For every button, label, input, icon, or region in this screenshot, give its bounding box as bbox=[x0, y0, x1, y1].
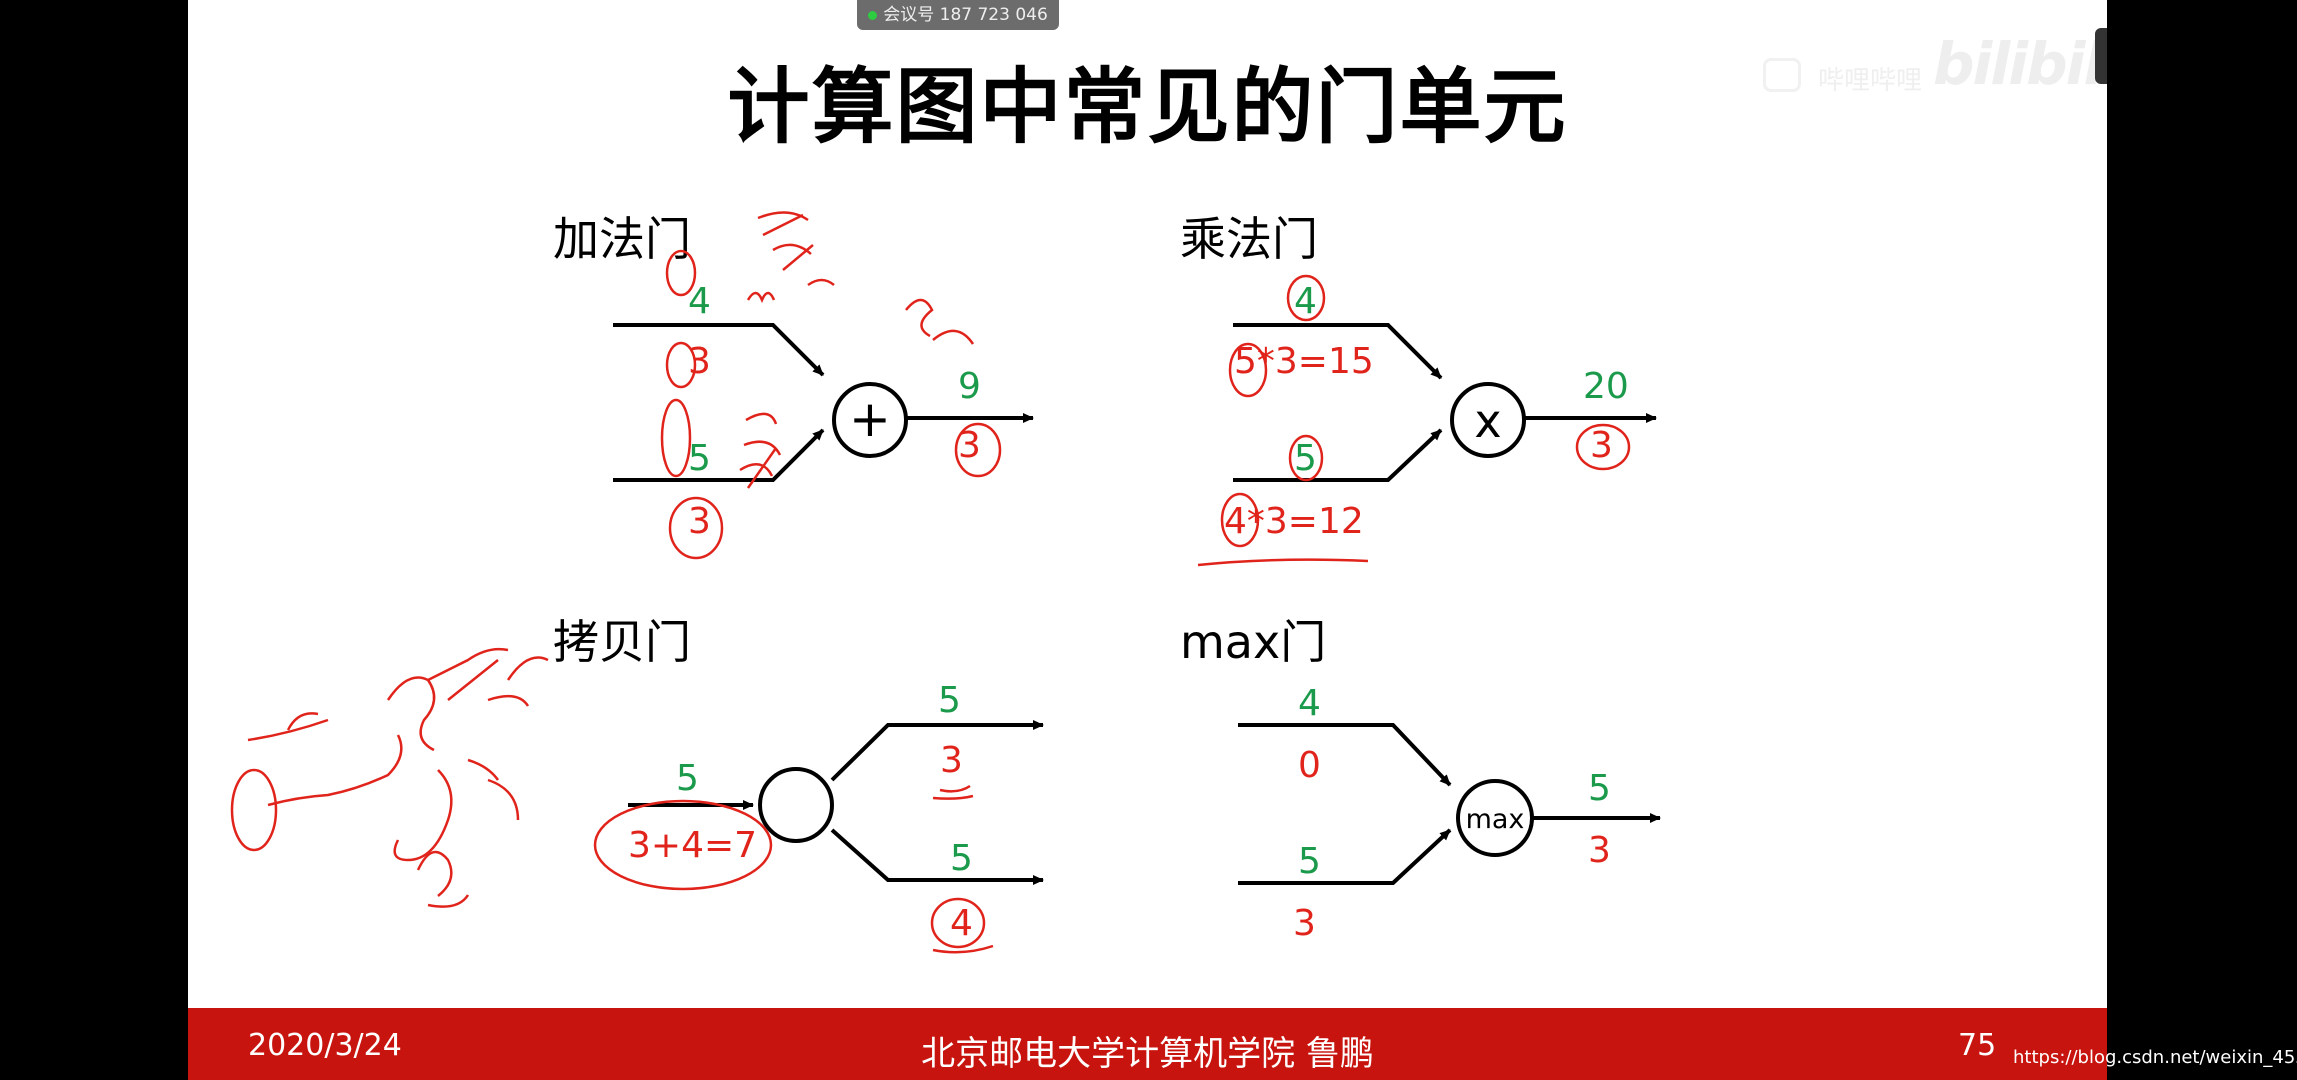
mul-gate-label: 乘法门 bbox=[1180, 212, 1318, 266]
max-bottom-input-edge bbox=[1238, 828, 1452, 885]
mul-bottom-grad: 4*3=12 bbox=[1224, 501, 1364, 542]
copy-top-output-edge bbox=[830, 720, 1044, 782]
max-top-input-edge bbox=[1238, 723, 1452, 787]
copy-top-forward: 5 bbox=[938, 680, 961, 721]
copy-handwritten-notes bbox=[230, 647, 994, 954]
add-top-grad: 3 bbox=[688, 341, 711, 382]
max-bottom-grad: 3 bbox=[1293, 903, 1316, 944]
max-out-grad: 3 bbox=[1588, 830, 1611, 871]
slide-footer: 2020/3/24 北京邮电大学计算机学院 鲁鹏 75 bbox=[188, 1008, 2107, 1080]
page-number: 75 bbox=[1958, 1028, 1997, 1063]
copy-in-grad: 3+4=7 bbox=[628, 825, 757, 866]
meeting-id-text: 会议号 187 723 046 bbox=[883, 5, 1048, 25]
mul-out-grad: 3 bbox=[1590, 425, 1613, 466]
max-top-forward: 4 bbox=[1298, 683, 1321, 724]
plus-icon: + bbox=[849, 390, 891, 448]
copy-in-forward: 5 bbox=[676, 758, 699, 799]
gate-diagrams: 加法门 + 4 3 5 3 9 3 乘法门 x 4 5*3=15 5 4*3=1… bbox=[230, 211, 1661, 954]
max-top-grad: 0 bbox=[1298, 745, 1321, 786]
copy-bottom-grad: 4 bbox=[950, 903, 973, 944]
slide: 计算图中常见的门单元 哔哩哔哩 bilibili 加法门 + 4 3 5 3 9… bbox=[188, 0, 2107, 1080]
footer-institution: 北京邮电大学计算机学院 鲁鹏 bbox=[921, 1034, 1374, 1074]
copy-bottom-output-edge bbox=[830, 828, 1044, 885]
copy-gate-node bbox=[758, 767, 834, 843]
mul-top-forward: 4 bbox=[1294, 281, 1317, 322]
copy-top-grad: 3 bbox=[940, 740, 963, 781]
max-gate-label: max门 bbox=[1180, 615, 1326, 669]
add-top-input-edge bbox=[613, 323, 825, 377]
copy-gate-label: 拷贝门 bbox=[553, 615, 691, 669]
max-out-forward: 5 bbox=[1588, 768, 1611, 809]
side-panel-handle[interactable] bbox=[2095, 28, 2107, 84]
add-bottom-grad: 3 bbox=[688, 501, 711, 542]
csdn-watermark: https://blog.csdn.net/weixin_45562510 bbox=[2013, 1047, 2297, 1068]
add-bottom-forward: 5 bbox=[688, 438, 711, 479]
meeting-id-pill[interactable]: 会议号 187 723 046 bbox=[857, 0, 1059, 30]
max-icon: max bbox=[1466, 804, 1525, 835]
add-out-forward: 9 bbox=[958, 366, 981, 407]
add-bottom-input-edge bbox=[613, 428, 825, 482]
add-handwritten-notes bbox=[660, 211, 1002, 560]
mul-bottom-forward: 5 bbox=[1294, 438, 1317, 479]
mul-out-forward: 20 bbox=[1583, 366, 1629, 407]
copy-bottom-forward: 5 bbox=[950, 838, 973, 879]
mul-bottom-input-edge bbox=[1233, 428, 1443, 482]
live-dot-icon bbox=[868, 10, 878, 20]
max-bottom-forward: 5 bbox=[1298, 841, 1321, 882]
multiply-icon: x bbox=[1474, 394, 1501, 448]
